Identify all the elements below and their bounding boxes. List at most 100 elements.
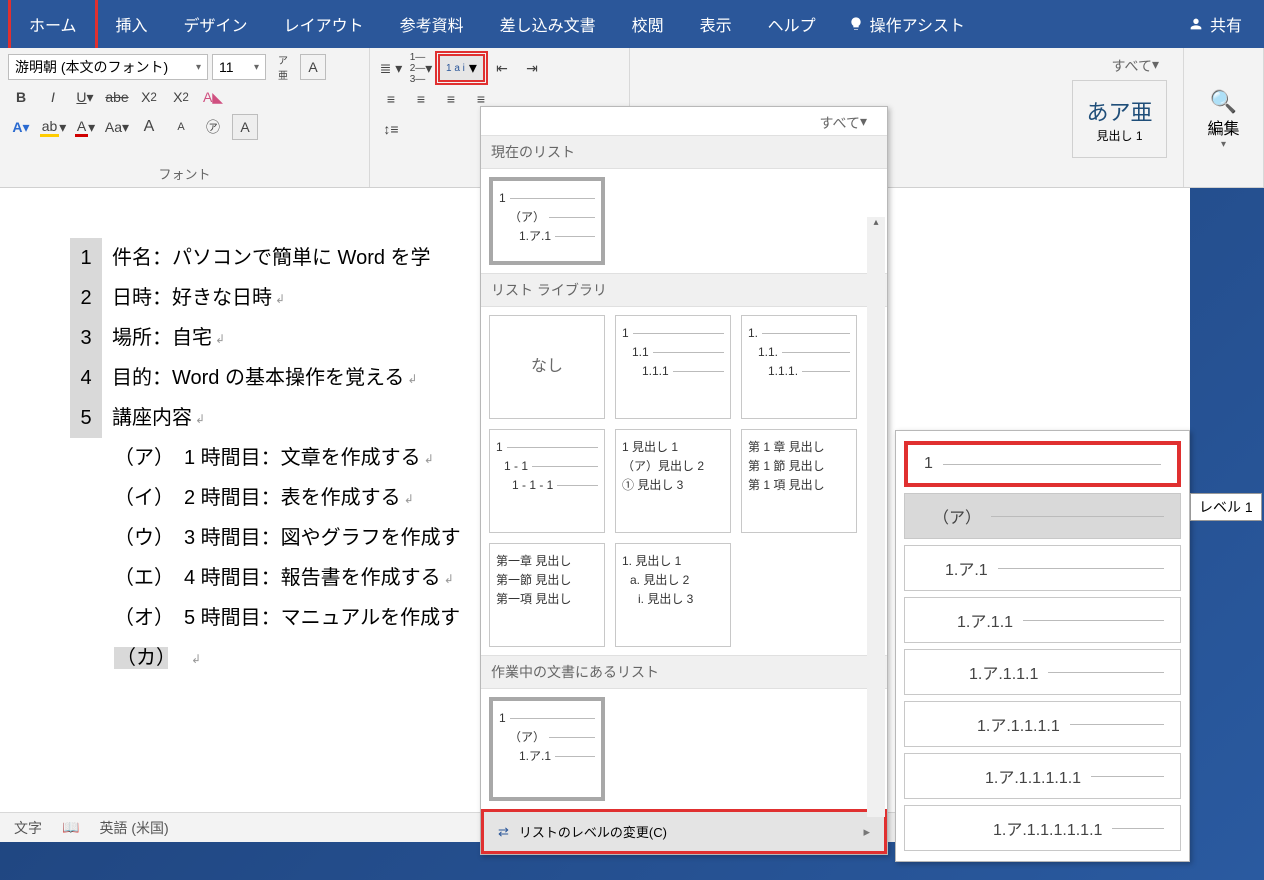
gallery-filter[interactable]: すべて ▾ [481, 107, 887, 135]
status-language[interactable]: 英語 (米国) [99, 818, 168, 838]
chevron-down-icon[interactable]: ▾ [1221, 139, 1226, 150]
doc-sub1: （ア） 1 時間目：文章を作成する [114, 447, 421, 469]
shrink-font-button[interactable]: A [168, 114, 194, 140]
style-sample: あア亜 [1086, 95, 1152, 127]
gallery-hdr-indoc: 作業中の文書にあるリスト [481, 655, 887, 689]
highlight-button[interactable]: ab▾ [40, 114, 66, 140]
menu-change-list-level[interactable]: ⇄ リストのレベルの変更(C) ▸ [481, 809, 887, 854]
grow-font-button[interactable]: A [136, 114, 162, 140]
tell-me[interactable]: 操作アシスト [834, 12, 979, 36]
level-1[interactable]: 1 [904, 441, 1181, 487]
doc-line4: 目的：Word の基本操作を覚える [112, 367, 404, 389]
tab-home[interactable]: ホーム [8, 0, 98, 51]
clear-format-button[interactable]: A◣ [200, 84, 226, 110]
search-icon[interactable]: 🔍 [1210, 89, 1237, 115]
tab-help[interactable]: ヘルプ [750, 0, 834, 48]
strikethrough-button[interactable]: abe [104, 84, 130, 110]
thumb-lib6[interactable]: 第一章 見出し 第一節 見出し 第一項 見出し [489, 543, 605, 647]
doc-line1: 件名：パソコンで簡単に Word を学 [112, 247, 431, 269]
thumb-current[interactable]: 1 （ア） 1.ア.1 [489, 177, 605, 265]
level-7[interactable]: 1.ア.1.1.1.1.1 [904, 753, 1181, 799]
chevron-down-icon: ▾ [254, 62, 259, 73]
menu-bar: ホーム 挿入 デザイン レイアウト 参考資料 差し込み文書 校閲 表示 ヘルプ … [0, 0, 1264, 48]
line-spacing-button[interactable]: ↕≡ [378, 116, 404, 142]
decrease-indent-button[interactable]: ⇤ [489, 55, 515, 81]
level-8[interactable]: 1.ア.1.1.1.1.1.1 [904, 805, 1181, 851]
lightbulb-icon [848, 16, 864, 32]
style-name: 見出し 1 [1096, 127, 1142, 144]
underline-button[interactable]: U ▾ [72, 84, 98, 110]
tab-mailings[interactable]: 差し込み文書 [482, 0, 614, 48]
align-left-button[interactable]: ≡ [378, 86, 404, 112]
gallery-hdr-current: 現在のリスト [481, 135, 887, 169]
level-2[interactable]: （ア） [904, 493, 1181, 539]
menu-change-level-label: リストのレベルの変更(C) [519, 822, 667, 841]
level-5[interactable]: 1.ア.1.1.1 [904, 649, 1181, 695]
doc-sub4: （エ） 4 時間目：報告書を作成する [114, 567, 441, 589]
char-scale-button[interactable]: Aa▾ [104, 114, 130, 140]
font-size-combo[interactable]: 11 ▾ [212, 54, 266, 80]
tab-design[interactable]: デザイン [166, 0, 266, 48]
char-border-button[interactable]: A [300, 54, 326, 80]
doc-sub5: （オ） 5 時間目：マニュアルを作成す [114, 607, 460, 629]
level-tooltip: レベル 1 [1190, 493, 1262, 521]
superscript-button[interactable]: X2 [168, 84, 194, 110]
styles-filter[interactable]: すべて ▾ [1072, 52, 1169, 80]
gallery-hdr-library: リスト ライブラリ [481, 273, 887, 307]
numbering-button[interactable]: 1—2—3—▾ [408, 55, 434, 81]
thumb-indoc[interactable]: 1 （ア） 1.ア.1 [489, 697, 605, 801]
group-font-label: フォント [8, 162, 361, 185]
share-label: 共有 [1210, 12, 1242, 36]
level-4[interactable]: 1.ア.1.1 [904, 597, 1181, 643]
proofing-icon[interactable]: 📖 [62, 819, 79, 836]
gallery-scrollbar[interactable]: ▴ [867, 217, 885, 817]
char-shading-button[interactable]: A [232, 114, 258, 140]
level-3[interactable]: 1.ア.1 [904, 545, 1181, 591]
doc-line5: 講座内容 [112, 407, 192, 429]
edit-label: 編集 [1207, 115, 1239, 139]
bullets-button[interactable]: ≣ ▾ [378, 55, 404, 81]
font-name-combo[interactable]: 游明朝 (本文のフォント) ▾ [8, 54, 208, 80]
person-icon [1188, 16, 1204, 32]
thumb-lib2[interactable]: 1. 1.1. 1.1.1. [741, 315, 857, 419]
thumb-lib1[interactable]: 1 1.1 1.1.1 [615, 315, 731, 419]
thumb-lib5[interactable]: 第 1 章 見出し 第 1 節 見出し 第 1 項 見出し [741, 429, 857, 533]
scroll-up-icon[interactable]: ▴ [867, 217, 885, 235]
align-center-button[interactable]: ≡ [408, 86, 434, 112]
font-color-button[interactable]: A▾ [72, 114, 98, 140]
font-name-value: 游明朝 (本文のフォント) [15, 57, 168, 77]
thumb-lib4[interactable]: 1 見出し 1 （ア）見出し 2 ① 見出し 3 [615, 429, 731, 533]
subscript-button[interactable]: X2 [136, 84, 162, 110]
group-edit: 🔍 編集 ▾ [1184, 48, 1264, 187]
style-heading1[interactable]: あア亜 見出し 1 [1072, 80, 1167, 158]
bold-button[interactable]: B [8, 84, 34, 110]
doc-sub3: （ウ） 3 時間目：図やグラフを作成す [114, 527, 461, 549]
italic-button[interactable]: I [40, 84, 66, 110]
font-size-value: 11 [219, 59, 234, 75]
tell-me-label: 操作アシスト [870, 12, 965, 36]
tab-view[interactable]: 表示 [682, 0, 750, 48]
doc-sub6-kata: （カ） [114, 647, 168, 669]
doc-line2: 日時：好きな日時 [112, 287, 272, 309]
status-text: 文字 [14, 818, 42, 838]
indent-icon: ⇄ [498, 824, 509, 840]
list-level-submenu: 1 （ア） 1.ア.1 1.ア.1.1 1.ア.1.1.1 1.ア.1.1.1.… [895, 430, 1190, 862]
thumb-lib3[interactable]: 1 1 - 1 1 - 1 - 1 [489, 429, 605, 533]
tab-insert[interactable]: 挿入 [98, 0, 166, 48]
tab-references[interactable]: 参考資料 [382, 0, 482, 48]
level-6[interactable]: 1.ア.1.1.1.1 [904, 701, 1181, 747]
share-button[interactable]: 共有 [1174, 12, 1256, 36]
thumb-lib7[interactable]: 1. 見出し 1 a. 見出し 2 i. 見出し 3 [615, 543, 731, 647]
align-right-button[interactable]: ≡ [438, 86, 464, 112]
thumb-none[interactable]: なし [489, 315, 605, 419]
arrow-right-icon: ▸ [863, 824, 870, 840]
tab-layout[interactable]: レイアウト [266, 0, 382, 48]
enclose-char-button[interactable]: ㋐ [200, 114, 226, 140]
multilevel-list-button[interactable]: 1 a i ▾ [438, 54, 485, 82]
group-font: 游明朝 (本文のフォント) ▾ 11 ▾ ア亜 A B I U ▾ abe X2 X… [0, 48, 370, 187]
chevron-down-icon: ▾ [196, 62, 201, 73]
tab-review[interactable]: 校閲 [614, 0, 682, 48]
increase-indent-button[interactable]: ⇥ [519, 55, 545, 81]
text-effects-button[interactable]: A▾ [8, 114, 34, 140]
phonetic-guide-button[interactable]: ア亜 [270, 54, 296, 80]
